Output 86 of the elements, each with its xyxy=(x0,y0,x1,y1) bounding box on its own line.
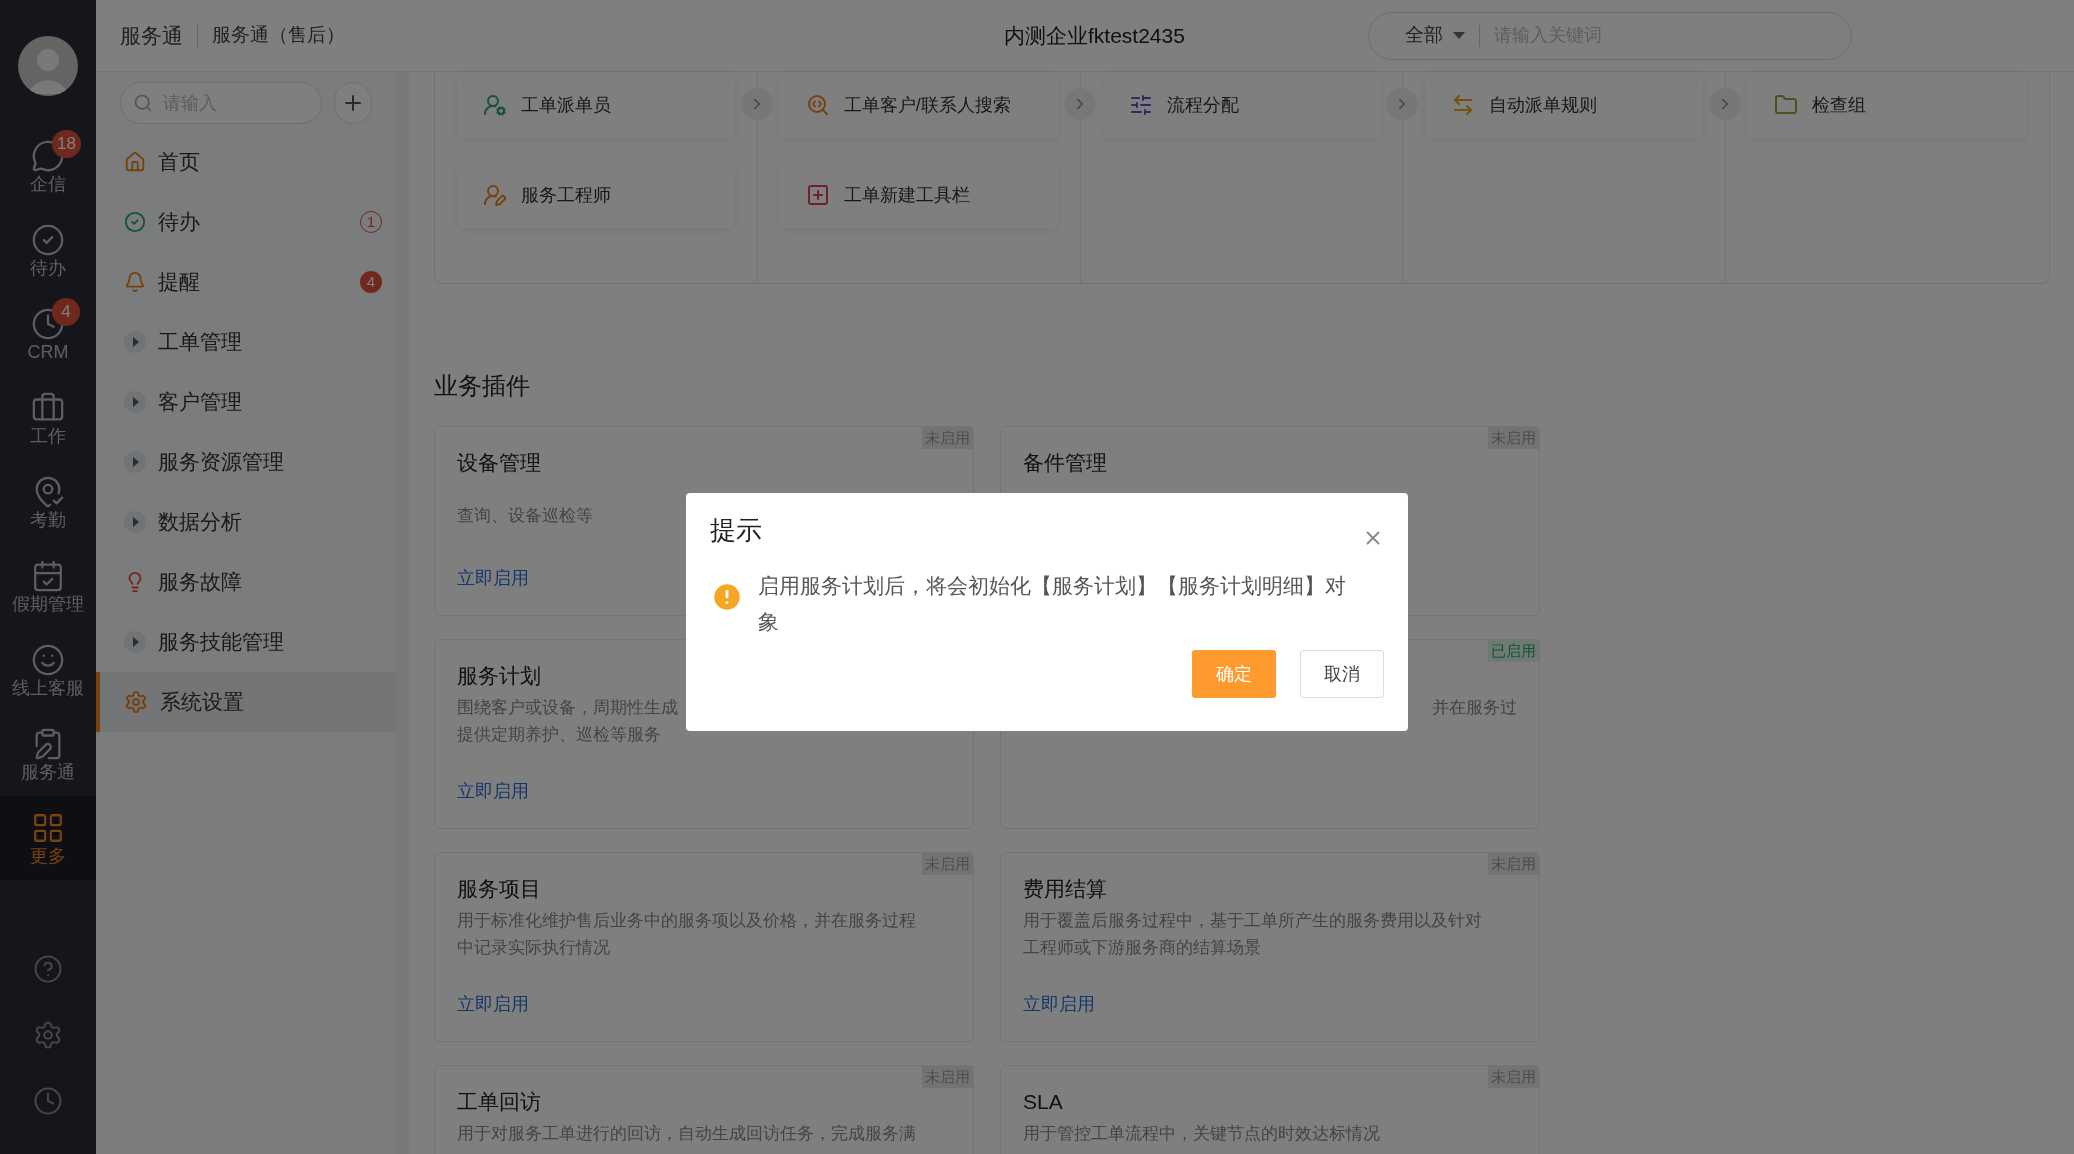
dialog-title: 提示 xyxy=(710,514,762,547)
rail-item[interactable]: 考勤 xyxy=(0,460,96,544)
grid-icon xyxy=(31,811,65,845)
sidebar-item[interactable]: 服务资源管理 xyxy=(96,432,396,492)
settings-icon[interactable] xyxy=(33,1020,63,1050)
dialog-message: 启用服务计划后，将会初始化【服务计划】【服务计划明细】对象 xyxy=(758,573,1347,635)
card-description: 提供定期养护、巡检等服务 xyxy=(457,724,661,746)
add-button[interactable] xyxy=(334,82,372,124)
check-circle-icon xyxy=(31,223,65,257)
tool-card[interactable]: 检查组 xyxy=(1748,72,2027,138)
tool-card[interactable]: 工单派单员 xyxy=(457,72,735,138)
rail-item[interactable]: 工作 xyxy=(0,376,96,460)
status-tag: 已启用 xyxy=(1488,640,1539,662)
scope-dropdown[interactable]: 全部 xyxy=(1405,21,1465,50)
card-description: 工程师或下游服务商的结算场景 xyxy=(1023,937,1261,959)
expand-caret-icon xyxy=(124,391,146,413)
tool-card[interactable]: 流程分配 xyxy=(1102,72,1381,138)
rail-item[interactable]: 服务通 xyxy=(0,712,96,796)
sidebar-item[interactable]: 首页 xyxy=(96,132,396,192)
enable-link[interactable]: 立即启用 xyxy=(457,565,529,592)
person-gear-icon xyxy=(483,93,507,117)
sidebar-item[interactable]: 服务故障 xyxy=(96,552,396,612)
card-description: 查询、设备巡检等 xyxy=(457,505,593,527)
cancel-button[interactable]: 取消 xyxy=(1300,650,1384,698)
card-title: SLA xyxy=(1023,1090,1063,1113)
company-name: 内测企业fktest2435 xyxy=(1004,22,1185,49)
module-title: 服务通（售后） xyxy=(212,23,345,48)
check-circle-icon xyxy=(124,211,146,233)
bell-icon xyxy=(124,271,146,293)
sidebar-item[interactable]: 客户管理 xyxy=(96,372,396,432)
clock-icon[interactable] xyxy=(33,1086,63,1116)
settings-icon xyxy=(124,690,148,714)
sidebar-item[interactable]: 系统设置 xyxy=(96,672,396,732)
sliders-icon xyxy=(1128,93,1153,117)
card-title: 服务项目 xyxy=(457,877,541,900)
expand-caret-icon xyxy=(124,331,146,353)
app-title: 服务通 xyxy=(120,22,183,49)
rail-item[interactable]: 待办 xyxy=(0,208,96,292)
avatar[interactable] xyxy=(18,36,78,96)
card-description: 用于对服务工单进行的回访，自动生成回访任务，完成服务满 xyxy=(457,1123,916,1145)
count-badge: 18 xyxy=(52,130,81,158)
card-title: 工单回访 xyxy=(457,1090,541,1113)
card-description: 围绕客户或设备，周期性生成 xyxy=(457,697,678,719)
person-pen-icon xyxy=(483,183,507,207)
enable-link[interactable]: 立即启用 xyxy=(1023,991,1095,1018)
rail-item[interactable]: 线上客服 xyxy=(0,628,96,712)
count-badge: 4 xyxy=(52,298,80,326)
enable-link[interactable]: 立即启用 xyxy=(457,991,529,1018)
rail-item[interactable]: 企信 18 xyxy=(0,124,96,208)
card-description: 用于覆盖后服务过程中，基于工单所产生的服务费用以及针对 xyxy=(1023,910,1482,932)
confirm-button[interactable]: 确定 xyxy=(1192,650,1276,698)
section-title: 业务插件 xyxy=(434,371,531,401)
sidebar-item[interactable]: 待办 1 xyxy=(96,192,396,252)
calendar-check-icon xyxy=(31,559,65,593)
sidebar-item[interactable]: 服务技能管理 xyxy=(96,612,396,672)
rail-item[interactable]: 假期管理 xyxy=(0,544,96,628)
expand-caret-icon xyxy=(124,451,146,473)
card-description: 并在服务过 xyxy=(1432,697,1517,719)
enable-link[interactable]: 立即启用 xyxy=(457,778,529,805)
tool-card[interactable]: 工单新建工具栏 xyxy=(779,162,1058,228)
tool-card[interactable]: 服务工程师 xyxy=(457,162,735,228)
plus-square-icon xyxy=(805,183,830,207)
rail-item[interactable]: CRM 4 xyxy=(0,292,96,376)
folder-icon xyxy=(1774,93,1799,117)
help-icon[interactable] xyxy=(33,954,63,984)
home-icon xyxy=(124,151,146,173)
tool-card[interactable]: 工单客户/联系人搜索 xyxy=(779,72,1058,138)
card-title: 设备管理 xyxy=(457,451,541,474)
card-title: 费用结算 xyxy=(1023,877,1107,900)
card-title: 服务计划 xyxy=(457,664,541,687)
magnifier-icon xyxy=(805,93,830,117)
count-badge: 4 xyxy=(360,271,382,293)
tool-card[interactable]: 自动派单规则 xyxy=(1425,72,1704,138)
rail-item[interactable]: 更多 xyxy=(0,796,96,880)
expand-caret-icon xyxy=(124,631,146,653)
search-icon xyxy=(133,93,153,113)
smile-icon xyxy=(31,643,65,677)
expand-caret-icon xyxy=(124,511,146,533)
card-description: 中记录实际执行情况 xyxy=(457,937,610,959)
sidebar-item[interactable]: 数据分析 xyxy=(96,492,396,552)
sidebar-item[interactable]: 提醒 4 xyxy=(96,252,396,312)
card-description: 用于标准化维护售后业务中的服务项以及价格，并在服务过程 xyxy=(457,910,916,932)
card-title: 备件管理 xyxy=(1023,451,1107,474)
sidebar-item[interactable]: 工单管理 xyxy=(96,312,396,372)
card-description: 用于管控工单流程中，关键节点的时效达标情况 xyxy=(1023,1123,1380,1145)
caret-icon xyxy=(1453,32,1465,39)
